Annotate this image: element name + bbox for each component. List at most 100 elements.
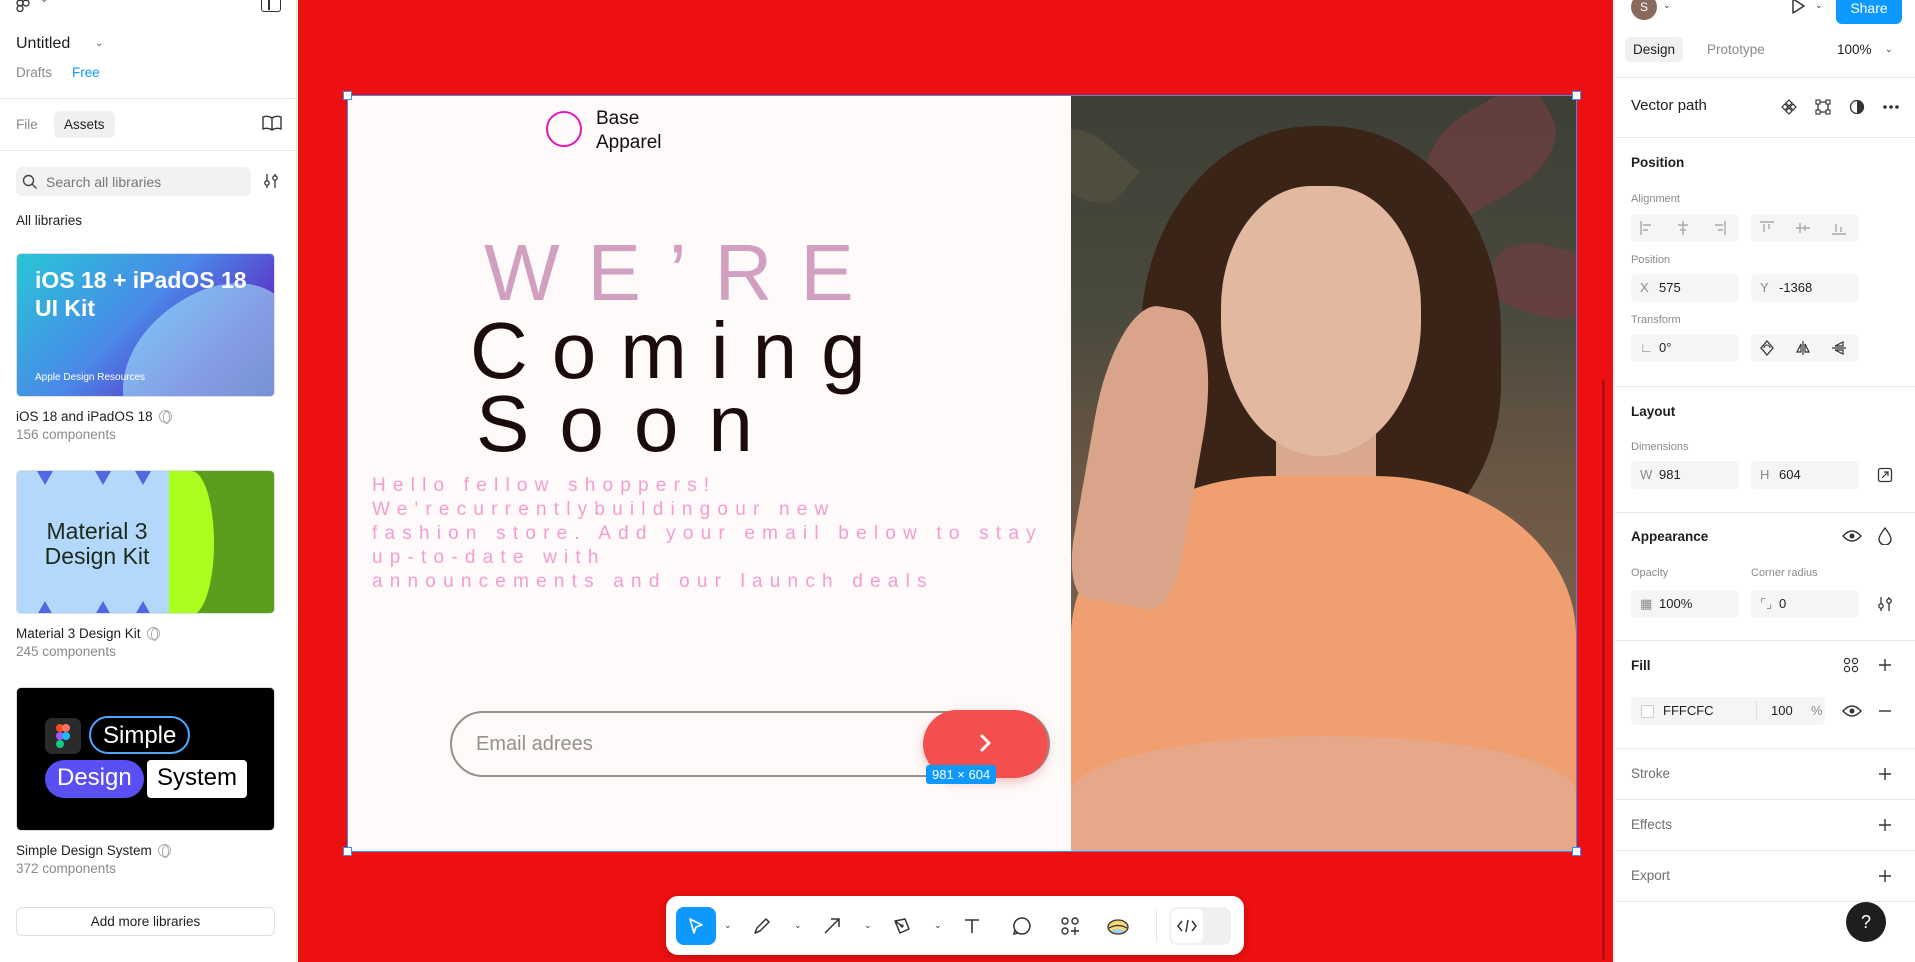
constrain-proportions-icon[interactable] xyxy=(1875,465,1895,485)
add-stroke-icon[interactable] xyxy=(1875,764,1895,784)
library-card-material[interactable]: Material 3 Design Kit Material 3 Design … xyxy=(16,470,275,659)
email-field[interactable] xyxy=(476,713,896,775)
flip-horizontal-icon[interactable] xyxy=(1793,339,1813,357)
zoom-level[interactable]: 100% xyxy=(1837,42,1872,57)
thumbnail-triangle xyxy=(95,471,111,485)
figma-logo-icon[interactable] xyxy=(16,0,30,17)
divider xyxy=(1615,850,1915,851)
tab-prototype[interactable]: Prototype xyxy=(1707,42,1765,57)
library-book-icon[interactable] xyxy=(262,115,282,131)
boolean-mask-icon[interactable] xyxy=(1847,97,1867,117)
style-grid-icon[interactable] xyxy=(1841,655,1861,675)
chevron-down-icon[interactable]: ⌄ xyxy=(1663,0,1671,11)
corner-radius-field[interactable]: ⌜⌟ 0 xyxy=(1751,590,1859,618)
more-options-icon[interactable] xyxy=(1881,97,1901,117)
chevron-down-icon[interactable]: ⌄ xyxy=(724,920,732,931)
share-button[interactable]: Share xyxy=(1836,0,1902,24)
frame-selection-icon[interactable] xyxy=(1813,97,1833,117)
independent-corners-icon[interactable] xyxy=(1875,594,1895,614)
width-field[interactable]: W 981 xyxy=(1631,461,1739,489)
align-middle-icon[interactable] xyxy=(1793,219,1813,237)
pen-tool-button[interactable] xyxy=(884,907,920,945)
file-menu-chevron-icon[interactable]: ⌄ xyxy=(95,38,103,49)
avatar[interactable]: S xyxy=(1631,0,1657,20)
divider xyxy=(0,150,297,151)
x-position-field[interactable]: X 575 xyxy=(1631,274,1739,302)
tab-design[interactable]: Design xyxy=(1625,37,1684,62)
filter-settings-icon[interactable] xyxy=(262,172,280,193)
thumbnail-triangle xyxy=(95,601,111,613)
flip-vertical-icon[interactable] xyxy=(1829,339,1849,357)
resize-handle[interactable] xyxy=(1572,847,1581,856)
opacity-field[interactable]: ▦ 100% xyxy=(1631,590,1739,618)
actions-tool-button[interactable] xyxy=(1052,907,1088,945)
dev-mode-toggle[interactable] xyxy=(1169,907,1231,945)
plan-badge[interactable]: Free xyxy=(72,65,100,80)
present-play-icon[interactable] xyxy=(1789,0,1807,18)
align-top-icon[interactable] xyxy=(1757,219,1777,237)
fill-swatch[interactable] xyxy=(1641,705,1654,718)
ui3-tool-button[interactable] xyxy=(1100,907,1136,945)
remove-fill-icon[interactable] xyxy=(1875,701,1895,721)
w-prefix: W xyxy=(1640,467,1653,482)
thumbnail-shape xyxy=(169,471,214,613)
search-icon xyxy=(22,174,37,189)
help-button[interactable]: ? xyxy=(1846,902,1886,942)
stroke-section-title[interactable]: Stroke xyxy=(1631,766,1670,781)
sidebar-toggle-icon[interactable] xyxy=(261,0,281,12)
align-right-icon[interactable] xyxy=(1709,219,1729,237)
component-icon[interactable] xyxy=(1779,97,1799,117)
blend-mode-icon[interactable] xyxy=(1875,526,1895,546)
align-center-icon[interactable] xyxy=(1673,219,1693,237)
chevron-down-icon[interactable]: ⌄ xyxy=(1815,0,1823,11)
tab-assets[interactable]: Assets xyxy=(54,111,115,138)
library-card-ios[interactable]: iOS 18 + iPadOS 18 UI Kit Apple Design R… xyxy=(16,253,275,442)
eye-icon[interactable] xyxy=(1841,526,1863,546)
add-export-icon[interactable] xyxy=(1875,866,1895,886)
height-field[interactable]: H 604 xyxy=(1751,461,1859,489)
chevron-down-icon[interactable]: ⌄ xyxy=(934,920,942,931)
rotation-field[interactable]: ∟ 0° xyxy=(1631,334,1739,362)
appearance-section-title: Appearance xyxy=(1631,529,1709,544)
align-left-icon[interactable] xyxy=(1637,219,1657,237)
resize-handle[interactable] xyxy=(343,91,352,100)
text-tool-button[interactable] xyxy=(954,907,990,945)
chevron-down-icon[interactable]: ⌄ xyxy=(794,920,802,931)
fill-color-field[interactable]: FFFCFC 100 % xyxy=(1631,697,1825,725)
layer-name[interactable]: Vector path xyxy=(1631,97,1707,114)
effects-section-title[interactable]: Effects xyxy=(1631,817,1672,832)
brand-name: Base Apparel xyxy=(596,107,662,155)
resize-handle[interactable] xyxy=(343,847,352,856)
resize-handle[interactable] xyxy=(1572,91,1581,100)
library-card-simple-design[interactable]: Simple Design System Simple Design Syste… xyxy=(16,687,275,876)
chevron-down-icon[interactable]: ⌄ xyxy=(1885,44,1893,55)
move-tool-button[interactable] xyxy=(676,907,716,945)
main-menu-chevron-icon[interactable]: ⌄ xyxy=(40,0,48,5)
divider xyxy=(1615,77,1915,78)
file-title[interactable]: Untitled xyxy=(16,35,70,53)
export-section-title[interactable]: Export xyxy=(1631,868,1670,883)
chevron-down-icon[interactable]: ⌄ xyxy=(864,920,872,931)
selected-frame[interactable]: Base Apparel WE’RE Coming Soon Hello fel… xyxy=(343,91,1581,856)
eye-icon[interactable] xyxy=(1841,701,1863,721)
add-effect-icon[interactable] xyxy=(1875,815,1895,835)
file-location[interactable]: Drafts xyxy=(16,65,52,80)
canvas[interactable]: Base Apparel WE’RE Coming Soon Hello fel… xyxy=(298,0,1613,962)
opacity-label: Opacity xyxy=(1631,567,1669,579)
shape-tool-button[interactable] xyxy=(814,907,850,945)
y-position-field[interactable]: Y -1368 xyxy=(1751,274,1859,302)
add-more-libraries-button[interactable]: Add more libraries xyxy=(16,907,275,936)
library-search[interactable] xyxy=(16,167,251,196)
align-bottom-icon[interactable] xyxy=(1829,219,1849,237)
divider xyxy=(0,98,297,99)
rotate-icon[interactable] xyxy=(1757,339,1777,357)
divider xyxy=(1615,137,1915,138)
tab-file[interactable]: File xyxy=(16,117,38,132)
canvas-scrollbar[interactable] xyxy=(1602,380,1605,960)
add-fill-icon[interactable] xyxy=(1875,655,1895,675)
search-input[interactable] xyxy=(46,167,246,196)
frame-tool-button[interactable] xyxy=(744,907,780,945)
comment-tool-button[interactable] xyxy=(1004,907,1040,945)
pen-icon xyxy=(894,918,910,934)
dev-mode-knob xyxy=(1171,909,1203,943)
